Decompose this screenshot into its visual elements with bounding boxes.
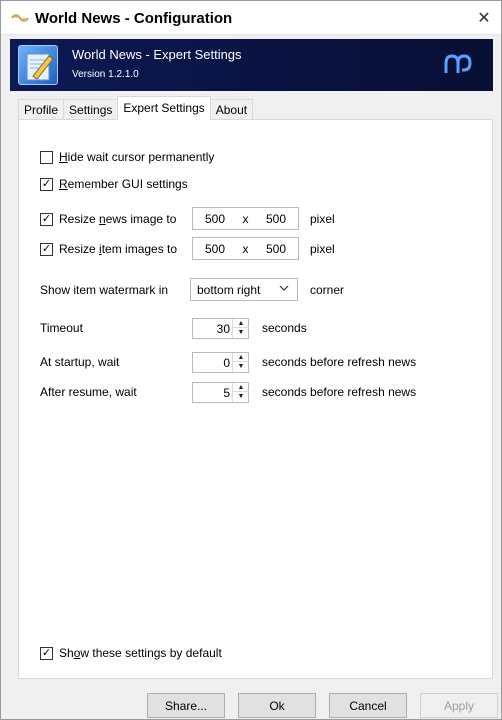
timeout-spinner[interactable]: 30 ▲ ▼ — [192, 318, 249, 339]
startup-wait-unit: seconds before refresh news — [262, 355, 417, 369]
chevron-down-icon — [279, 283, 289, 296]
configuration-window: World News - Configuration ✕ World News … — [0, 0, 502, 720]
settings-pencil-icon — [18, 45, 58, 85]
mp-logo-icon — [444, 54, 472, 73]
hide-wait-cursor-checkbox[interactable] — [40, 150, 53, 164]
startup-wait-label: At startup, wait — [40, 355, 120, 369]
startup-wait-spinner[interactable]: 0 ▲ ▼ — [192, 352, 249, 373]
resume-wait-label: After resume, wait — [40, 385, 137, 399]
show-by-default-checkbox[interactable]: ✓ — [40, 646, 53, 660]
resize-item-label: Resize item images to — [59, 242, 178, 256]
timeout-unit: seconds — [262, 321, 307, 335]
spin-up-icon[interactable]: ▲ — [233, 319, 249, 328]
watermark-position-value: bottom right — [197, 282, 261, 297]
news-image-height[interactable]: 500 — [266, 212, 286, 226]
resize-news-checkbox[interactable]: ✓ — [40, 212, 53, 226]
close-button[interactable]: ✕ — [467, 1, 501, 35]
timeout-label: Timeout — [40, 321, 83, 335]
item-image-width[interactable]: 500 — [205, 242, 225, 256]
title-bar[interactable]: World News - Configuration ✕ — [1, 1, 501, 35]
expert-settings-panel: Hide wait cursor permanently ✓ Remember … — [18, 119, 493, 679]
banner-version: Version 1.2.1.0 — [72, 69, 139, 80]
resume-wait-value[interactable]: 5 — [223, 386, 230, 400]
news-image-x: x — [242, 211, 249, 226]
resize-news-label: Resize news image to — [59, 212, 177, 226]
show-by-default-label: Show these settings by default — [59, 646, 222, 660]
window-title: World News - Configuration — [35, 10, 233, 27]
startup-wait-value[interactable]: 0 — [223, 356, 230, 370]
item-image-size-field[interactable]: 500 x 500 — [192, 237, 299, 260]
spin-up-icon[interactable]: ▲ — [233, 353, 249, 362]
remember-gui-option[interactable]: ✓ Remember GUI settings — [40, 174, 188, 194]
ok-button[interactable]: Ok — [238, 693, 316, 718]
show-by-default-option[interactable]: ✓ Show these settings by default — [40, 643, 222, 663]
hide-wait-cursor-option[interactable]: Hide wait cursor permanently — [40, 147, 214, 167]
watermark-suffix: corner — [310, 283, 345, 297]
resume-wait-unit: seconds before refresh news — [262, 385, 417, 399]
close-icon: ✕ — [477, 10, 491, 27]
tab-strip: Profile Settings Expert Settings About — [18, 96, 254, 120]
resize-item-option[interactable]: ✓ Resize item images to — [40, 239, 177, 259]
spin-up-icon[interactable]: ▲ — [233, 383, 249, 392]
cancel-button[interactable]: Cancel — [329, 693, 407, 718]
header-banner: World News - Expert Settings Version 1.2… — [10, 39, 493, 91]
timeout-value[interactable]: 30 — [217, 322, 230, 336]
remember-gui-label: Remember GUI settings — [59, 177, 188, 191]
share-button[interactable]: Share... — [147, 693, 225, 718]
spin-down-icon[interactable]: ▼ — [233, 328, 249, 337]
tab-profile[interactable]: Profile — [18, 99, 65, 120]
resize-news-option[interactable]: ✓ Resize news image to — [40, 209, 176, 229]
remember-gui-checkbox[interactable]: ✓ — [40, 177, 53, 191]
tab-about[interactable]: About — [209, 99, 254, 120]
app-icon — [11, 14, 29, 22]
item-image-unit: pixel — [310, 242, 335, 256]
hide-wait-cursor-label: Hide wait cursor permanently — [59, 150, 215, 164]
resume-wait-spinner[interactable]: 5 ▲ ▼ — [192, 382, 249, 403]
item-image-height[interactable]: 500 — [266, 242, 286, 256]
tab-settings[interactable]: Settings — [63, 99, 119, 120]
news-image-width[interactable]: 500 — [205, 212, 225, 226]
news-image-size-field[interactable]: 500 x 500 — [192, 207, 299, 230]
tab-expert-settings[interactable]: Expert Settings — [117, 96, 211, 120]
banner-title: World News - Expert Settings — [72, 47, 242, 62]
watermark-label: Show item watermark in — [40, 283, 169, 297]
spin-down-icon[interactable]: ▼ — [233, 392, 249, 401]
spin-down-icon[interactable]: ▼ — [233, 362, 249, 371]
item-image-x: x — [242, 241, 249, 256]
resize-item-checkbox[interactable]: ✓ — [40, 242, 53, 256]
watermark-position-select[interactable]: bottom right — [190, 278, 298, 301]
news-image-unit: pixel — [310, 212, 335, 226]
apply-button[interactable]: Apply — [420, 693, 498, 718]
